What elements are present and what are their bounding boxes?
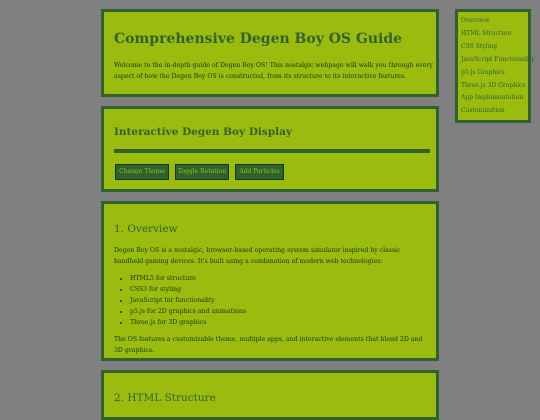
overview-intro: Degen Boy OS is a nostalgic, browser-bas… (114, 247, 401, 265)
toc-link-javascript[interactable]: JavaScript Functionality (461, 54, 535, 67)
table-of-contents: Overview HTML Structure CSS Styling Java… (455, 9, 535, 123)
toc-link-html-structure[interactable]: HTML Structure (461, 28, 528, 41)
page-title: Comprehensive Degen Boy OS Guide (114, 31, 403, 47)
toc-link-overview[interactable]: Overview (461, 15, 528, 28)
tech-list: HTML5 for structure CSS3 for styling Jav… (120, 274, 246, 329)
toc-link-customization[interactable]: Customization (461, 105, 528, 118)
list-item: p5.js for 2D graphics and animations (130, 307, 246, 318)
overview-outro: The OS features a customizable theme, mu… (114, 336, 423, 354)
toc-link-threejs[interactable]: Three.js 3D Graphics (461, 80, 528, 93)
list-item: HTML5 for structure (130, 274, 246, 285)
toc-link-p5js[interactable]: p5.js Graphics (461, 67, 528, 80)
list-item: Three.js for 3D graphics (130, 318, 246, 329)
html-structure-title: 2. HTML Structure (114, 392, 216, 404)
overview-section: 1. Overview Degen Boy OS is a nostalgic,… (101, 201, 439, 361)
display-title: Interactive Degen Boy Display (114, 126, 293, 138)
intro-section: Comprehensive Degen Boy OS Guide Welcome… (101, 9, 439, 97)
list-item: CSS3 for styling (130, 285, 246, 296)
toc-link-apps[interactable]: App Implementation (461, 92, 528, 105)
toggle-rotation-button[interactable]: Toggle Rotation (175, 164, 229, 180)
display-section: Interactive Degen Boy Display Change The… (101, 106, 439, 192)
display-canvas[interactable] (114, 149, 430, 153)
list-item: JavaScript for functionality (130, 296, 246, 307)
change-theme-button[interactable]: Change Theme (115, 164, 169, 180)
overview-title: 1. Overview (114, 223, 178, 235)
intro-text: Welcome to the in-depth guide of Degen B… (114, 62, 433, 80)
toc-link-css-styling[interactable]: CSS Styling (461, 41, 528, 54)
html-structure-section: 2. HTML Structure (101, 370, 439, 420)
add-particles-button[interactable]: Add Particles (235, 164, 284, 180)
